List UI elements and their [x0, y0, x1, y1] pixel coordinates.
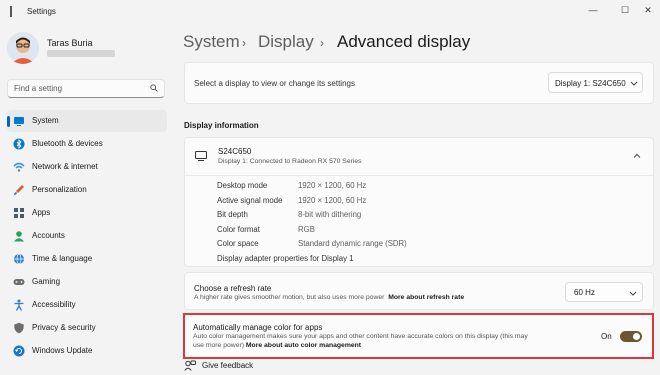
sidebar-item-apps[interactable]: Apps	[7, 202, 167, 224]
info-label: Desktop mode	[217, 181, 268, 190]
display-subtitle: Display 1: Connected to Radeon RX 570 Se…	[218, 158, 362, 165]
monitor-icon	[195, 151, 207, 161]
sidebar-item-label: Personalization	[32, 185, 87, 194]
info-value: 1920 × 1200, 60 Hz	[298, 181, 367, 190]
give-feedback-link[interactable]: Give feedback	[184, 359, 284, 373]
sidebar-item-accounts[interactable]: Accounts	[7, 225, 167, 247]
monitor-icon	[14, 117, 24, 126]
sidebar-item-label: Network & internet	[32, 162, 98, 171]
title-bar: Settings — ☐ ✕	[0, 0, 660, 26]
avatar[interactable]	[7, 32, 39, 64]
select-display-card: Select a display to view or change its s…	[184, 62, 654, 104]
sidebar-item-label: Time & language	[32, 254, 93, 263]
info-label: Active signal mode	[217, 196, 283, 205]
toggle-knob	[633, 333, 640, 340]
highlight-box: Automatically manage color for apps Auto…	[183, 313, 654, 359]
bluetooth-icon	[13, 138, 25, 150]
breadcrumb-system[interactable]: System	[183, 32, 240, 52]
accessibility-icon	[14, 299, 24, 311]
maximize-button[interactable]: ☐	[612, 2, 638, 18]
user-name: Taras Buria	[47, 38, 93, 48]
info-label: Bit depth	[217, 210, 248, 219]
sidebar-item-label: Bluetooth & devices	[32, 139, 103, 148]
sidebar-item-label: System	[32, 116, 59, 125]
sidebar-item-label: Gaming	[32, 277, 61, 286]
info-label: Color format	[217, 225, 260, 234]
refresh-rate-link[interactable]: More about refresh rate	[388, 294, 464, 301]
back-icon[interactable]	[10, 6, 21, 17]
refresh-rate-desc-text: A higher rate gives smoother motion, but…	[194, 294, 385, 301]
wifi-icon	[13, 162, 25, 172]
globe-clock-icon	[14, 253, 24, 265]
info-value: 8-bit with dithering	[298, 210, 362, 219]
sidebar-item-label: Accessibility	[32, 300, 76, 309]
gamepad-icon	[13, 279, 25, 285]
display-info-header[interactable]: S24C650 Display 1: Connected to Radeon R…	[185, 138, 653, 176]
color-management-description-2: use more power) More about auto color ma…	[193, 342, 361, 349]
sidebar-item-time-language[interactable]: Time & language	[7, 248, 167, 270]
color-management-toggle[interactable]	[620, 331, 642, 342]
shield-icon	[14, 322, 24, 334]
brush-icon	[14, 185, 24, 195]
display-select[interactable]: Display 1: S24C650	[548, 72, 643, 93]
sidebar-item-windows-update[interactable]: Windows Update	[7, 340, 167, 362]
display-select-value: Display 1: S24C650	[555, 79, 626, 88]
active-indicator	[7, 116, 10, 127]
feedback-icon	[184, 360, 196, 371]
sidebar-item-personalization[interactable]: Personalization	[7, 179, 167, 201]
display-info-heading: Display information	[184, 121, 259, 130]
sidebar-item-system[interactable]: System	[7, 110, 167, 132]
info-value: Standard dynamic range (SDR)	[298, 239, 407, 248]
info-value: 1920 × 1200, 60 Hz	[298, 196, 367, 205]
search-icon[interactable]	[150, 84, 158, 92]
window-title: Settings	[27, 7, 56, 16]
breadcrumb-separator: ›	[320, 36, 324, 50]
info-label: Color space	[217, 239, 259, 248]
refresh-rate-value: 60 Hz	[574, 288, 595, 297]
breadcrumb-separator: ›	[242, 36, 246, 50]
toggle-state-label: On	[601, 332, 612, 341]
info-value: RGB	[298, 225, 315, 234]
search-placeholder: Find a setting	[14, 84, 63, 93]
close-button[interactable]: ✕	[638, 2, 658, 18]
page-title: Advanced display	[337, 32, 471, 51]
breadcrumb-display[interactable]: Display	[258, 32, 314, 52]
refresh-rate-description: A higher rate gives smoother motion, but…	[194, 294, 464, 301]
sidebar-item-label: Accounts	[32, 231, 65, 240]
adapter-properties-link[interactable]: Display adapter properties for Display 1	[217, 254, 354, 263]
display-name: S24C650	[218, 147, 252, 156]
avatar-icon	[7, 32, 39, 64]
update-icon	[13, 345, 25, 357]
sidebar-item-gaming[interactable]: Gaming	[7, 271, 167, 293]
apps-icon	[14, 208, 24, 218]
search-input[interactable]: Find a setting	[7, 79, 165, 98]
chevron-down-icon	[629, 291, 637, 296]
refresh-rate-card: Choose a refresh rate A higher rate give…	[184, 272, 654, 310]
select-display-label: Select a display to view or change its s…	[194, 79, 355, 88]
color-management-desc-text: use more power)	[193, 342, 244, 349]
person-icon	[14, 231, 24, 242]
sidebar-item-label: Windows Update	[32, 346, 93, 355]
color-management-description: Auto color management makes sure your ap…	[193, 333, 528, 340]
minimize-button[interactable]: —	[580, 2, 606, 18]
user-email-redacted	[47, 50, 115, 57]
sidebar-item-label: Apps	[32, 208, 51, 217]
sidebar-item-accessibility[interactable]: Accessibility	[7, 294, 167, 316]
color-management-link[interactable]: More about auto color management	[246, 342, 361, 349]
color-management-title: Automatically manage color for apps	[193, 323, 323, 332]
chevron-down-icon	[630, 81, 638, 86]
sidebar-item-network-internet[interactable]: Network & internet	[7, 156, 167, 178]
refresh-rate-select[interactable]: 60 Hz	[565, 282, 643, 302]
chevron-up-icon[interactable]	[632, 151, 642, 161]
refresh-rate-title: Choose a refresh rate	[194, 284, 272, 293]
give-feedback-label: Give feedback	[202, 361, 254, 370]
sidebar-item-bluetooth-devices[interactable]: Bluetooth & devices	[7, 133, 167, 155]
sidebar-item-privacy-security[interactable]: Privacy & security	[7, 317, 167, 339]
sidebar-item-label: Privacy & security	[32, 323, 96, 332]
